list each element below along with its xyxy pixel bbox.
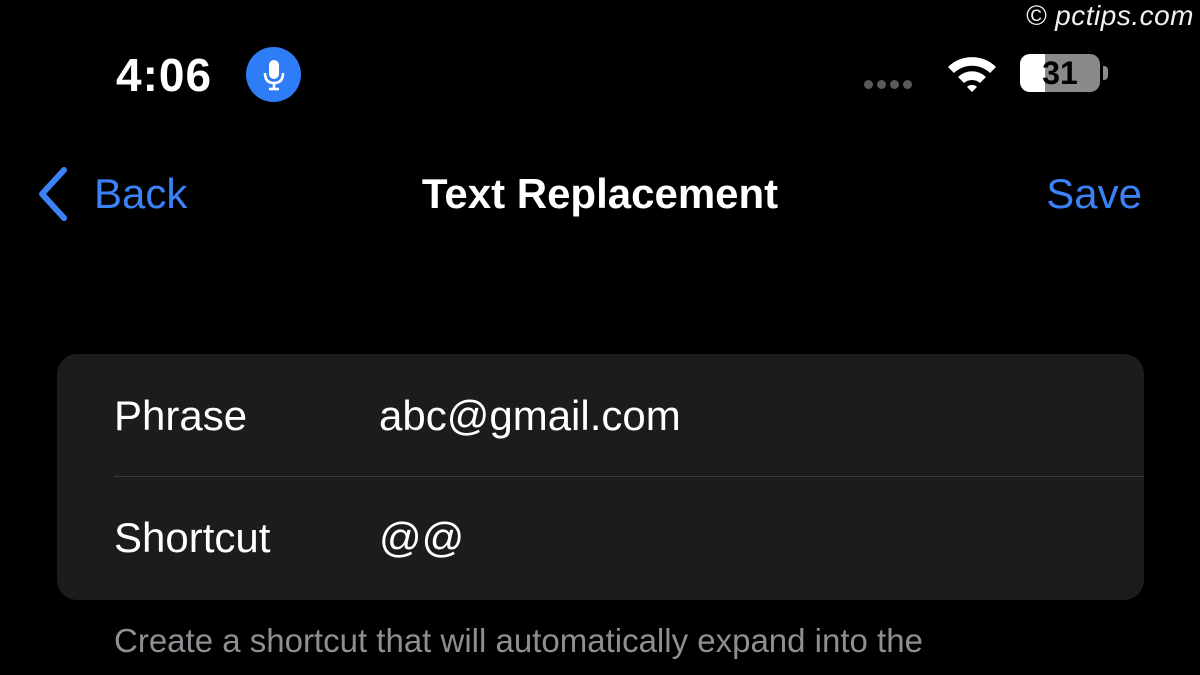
footnote-text: Create a shortcut that will automaticall… [114, 622, 923, 659]
shortcut-row[interactable]: Shortcut [57, 477, 1144, 599]
save-button[interactable]: Save [1046, 170, 1142, 218]
phrase-label: Phrase [114, 392, 248, 439]
phrase-row[interactable]: Phrase [57, 354, 1144, 476]
shortcut-label: Shortcut [114, 514, 271, 561]
page-title: Text Replacement [421, 170, 779, 217]
navigation-bar: Back Text Replacement Save [0, 160, 1200, 230]
wifi-icon [945, 54, 999, 99]
watermark: © pctips.com [1025, 0, 1194, 31]
battery-icon: 31 [1020, 54, 1100, 92]
microphone-icon[interactable] [246, 47, 301, 102]
shortcut-input[interactable] [379, 514, 1079, 562]
status-bar: 4:06 31 [0, 40, 1200, 110]
cellular-signal-icon [864, 80, 912, 89]
text-replacement-form: Phrase Shortcut [57, 354, 1144, 600]
battery-level: 31 [1042, 55, 1078, 91]
phrase-input[interactable] [379, 392, 1079, 440]
battery-tip [1103, 66, 1108, 80]
status-time: 4:06 [116, 49, 213, 101]
